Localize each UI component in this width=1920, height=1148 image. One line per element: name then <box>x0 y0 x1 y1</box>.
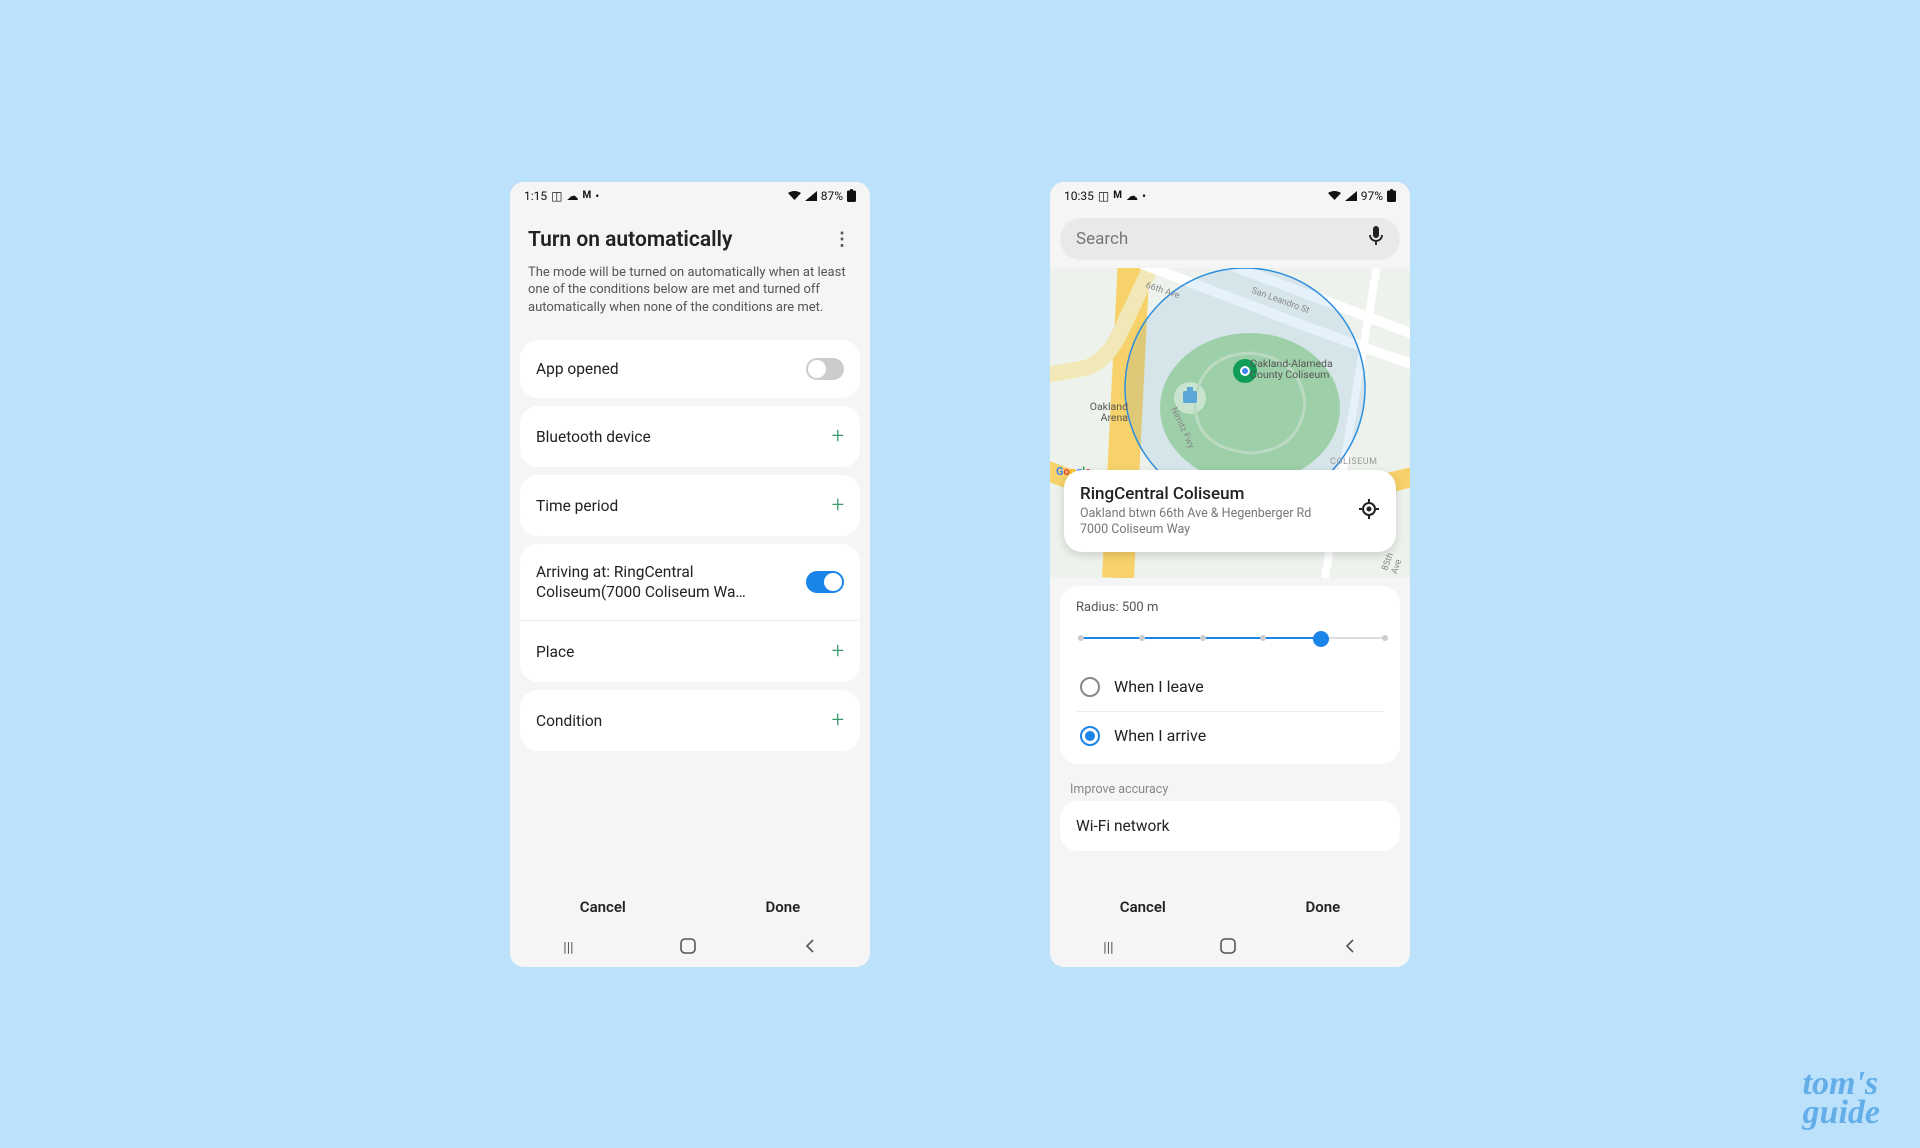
locate-icon[interactable] <box>1358 498 1380 524</box>
cancel-button[interactable]: Cancel <box>580 898 626 916</box>
action-bar: Cancel Done <box>510 885 870 929</box>
card-places: Arriving at: RingCentral Coliseum(7000 C… <box>520 544 860 682</box>
gmail-icon: M <box>1113 190 1122 201</box>
clock: 1:15 <box>524 189 547 203</box>
watermark: tom's guide <box>1803 1070 1880 1128</box>
battery-percent: 87% <box>821 189 843 203</box>
row-wifi-network[interactable]: Wi-Fi network <box>1060 801 1400 851</box>
wifi-icon <box>788 191 801 201</box>
card-app-opened: App opened <box>520 340 860 398</box>
phone-screenshot-1: 1:15 ◫ ☁ M • 87% Turn on automatically ⋮… <box>510 182 870 967</box>
dot-icon: • <box>595 189 599 203</box>
radio-when-i-leave[interactable]: When I leave <box>1076 663 1384 711</box>
toggle-app-opened[interactable] <box>806 358 844 380</box>
place-title: RingCentral Coliseum <box>1080 484 1330 504</box>
row-app-opened[interactable]: App opened <box>520 340 860 398</box>
map-poi-label: Oakland-Alameda County Coliseum <box>1250 358 1360 381</box>
row-condition[interactable]: Condition + <box>520 690 860 751</box>
more-options-icon[interactable]: ⋮ <box>832 235 852 244</box>
page-description: The mode will be turned on automatically… <box>510 256 870 333</box>
card-bluetooth: Bluetooth device + <box>520 406 860 467</box>
row-label: Condition <box>536 712 602 730</box>
battery-icon <box>1387 189 1396 202</box>
dot-icon: • <box>1142 189 1146 203</box>
search-placeholder: Search <box>1076 229 1128 249</box>
back-button[interactable] <box>1343 939 1357 957</box>
home-button[interactable] <box>680 938 696 958</box>
status-bar: 1:15 ◫ ☁ M • 87% <box>510 182 870 210</box>
radio-icon <box>1080 726 1100 746</box>
signal-icon <box>1345 191 1357 201</box>
row-label: App opened <box>536 360 619 378</box>
cancel-button[interactable]: Cancel <box>1120 898 1166 916</box>
status-bar: 10:35 ◫ M ☁ • 97% <box>1050 182 1410 210</box>
place-card[interactable]: RingCentral Coliseum Oakland btwn 66th A… <box>1064 470 1396 553</box>
row-label: Time period <box>536 497 618 515</box>
action-bar: Cancel Done <box>1050 885 1410 929</box>
recents-button[interactable]: ||| <box>563 940 573 956</box>
cloud-icon: ☁ <box>1126 189 1138 203</box>
cloud-icon: ☁ <box>566 189 578 203</box>
battery-icon <box>847 189 856 202</box>
phone-screenshot-2: 10:35 ◫ M ☁ • 97% Search <box>1050 182 1410 967</box>
system-nav-bar: ||| <box>1050 929 1410 967</box>
system-nav-bar: ||| <box>510 929 870 967</box>
map-area-label: COLISEUM <box>1330 458 1378 468</box>
wifi-icon <box>1328 191 1341 201</box>
signal-icon <box>805 191 817 201</box>
plus-icon[interactable]: + <box>832 639 844 664</box>
radius-card: Radius: 500 m When I leave When I arrive <box>1060 586 1400 764</box>
toggle-arriving[interactable] <box>806 571 844 593</box>
card-condition: Condition + <box>520 690 860 751</box>
done-button[interactable]: Done <box>765 898 800 916</box>
done-button[interactable]: Done <box>1305 898 1340 916</box>
row-bluetooth[interactable]: Bluetooth device + <box>520 406 860 467</box>
radius-label: Radius: 500 m <box>1076 600 1384 615</box>
plus-icon[interactable]: + <box>832 708 844 733</box>
battery-percent: 97% <box>1361 189 1383 203</box>
clock: 10:35 <box>1064 189 1094 203</box>
row-label: Arriving at: RingCentral Coliseum(7000 C… <box>536 562 786 602</box>
place-subtitle: Oakland btwn 66th Ave & Hegenberger Rd 7… <box>1080 506 1330 539</box>
search-input[interactable]: Search <box>1060 218 1400 260</box>
row-label: Bluetooth device <box>536 428 651 446</box>
row-arriving[interactable]: Arriving at: RingCentral Coliseum(7000 C… <box>520 544 860 620</box>
map-poi-label: Oakland Arena <box>1070 401 1128 424</box>
section-label-improve: Improve accuracy <box>1050 772 1410 801</box>
card-time-period: Time period + <box>520 475 860 536</box>
radio-icon <box>1080 677 1100 697</box>
radio-label: When I arrive <box>1114 726 1206 745</box>
radius-slider[interactable] <box>1078 631 1382 645</box>
plus-icon[interactable]: + <box>832 424 844 449</box>
picture-icon: ◫ <box>551 189 562 203</box>
recents-button[interactable]: ||| <box>1103 940 1113 956</box>
row-label: Place <box>536 643 574 661</box>
row-place[interactable]: Place + <box>520 620 860 682</box>
row-label: Wi-Fi network <box>1076 817 1169 835</box>
page-title: Turn on automatically <box>528 228 732 252</box>
picture-icon: ◫ <box>1098 189 1109 203</box>
radio-when-i-arrive[interactable]: When I arrive <box>1076 711 1384 760</box>
gmail-icon: M <box>582 190 591 201</box>
row-time-period[interactable]: Time period + <box>520 475 860 536</box>
mic-icon[interactable] <box>1368 226 1384 251</box>
plus-icon[interactable]: + <box>832 493 844 518</box>
radio-label: When I leave <box>1114 677 1204 696</box>
map-view[interactable]: 66th Ave San Leandro St Nimitz Fwy 85th … <box>1050 268 1410 578</box>
back-button[interactable] <box>803 939 817 957</box>
home-button[interactable] <box>1220 938 1236 958</box>
